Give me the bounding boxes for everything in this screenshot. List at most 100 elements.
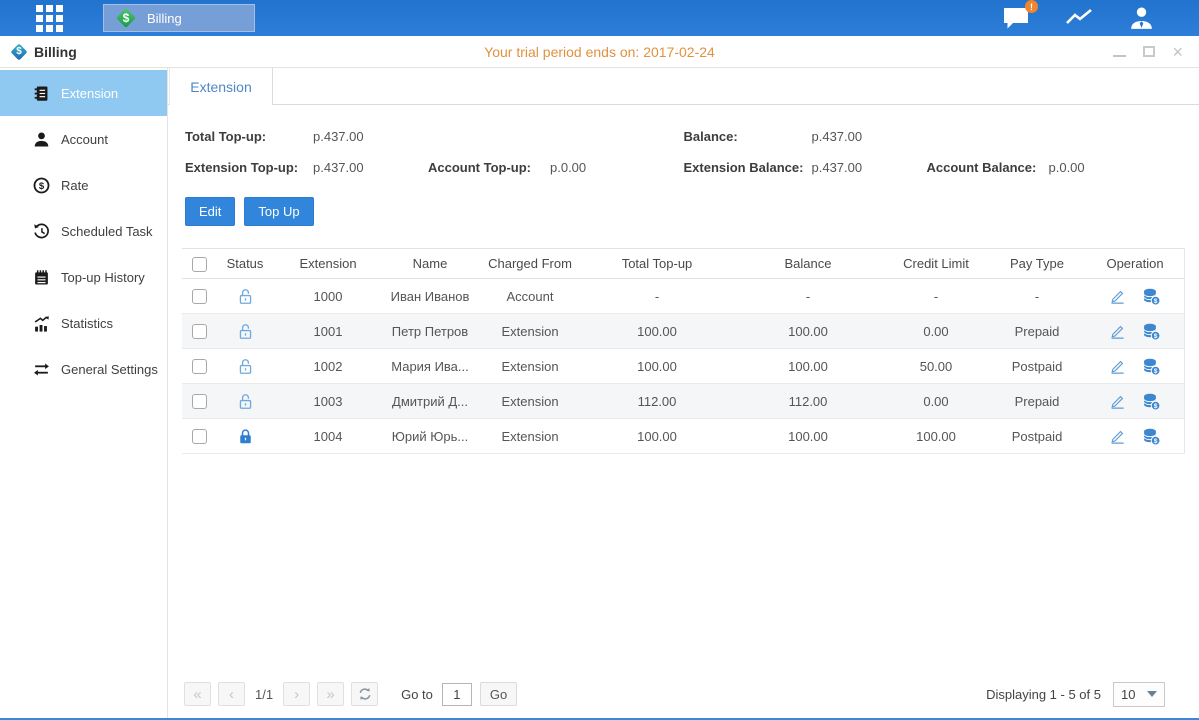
extension-table: Status Extension Name Charged From Total… bbox=[182, 248, 1185, 454]
statistics-chart-icon[interactable] bbox=[1064, 6, 1094, 30]
row-checkbox[interactable] bbox=[192, 289, 207, 304]
col-extension: Extension bbox=[274, 249, 382, 279]
account-balance-value: p.0.00 bbox=[1049, 160, 1164, 175]
go-button[interactable]: Go bbox=[480, 682, 517, 706]
last-page-button[interactable]: » bbox=[317, 682, 344, 706]
row-checkbox[interactable] bbox=[192, 394, 207, 409]
balance-cell: 100.00 bbox=[732, 314, 884, 349]
edit-icon[interactable] bbox=[1109, 288, 1126, 305]
table-row: 1002Мария Ива...Extension100.00100.0050.… bbox=[182, 349, 1185, 384]
tab-extension[interactable]: Extension bbox=[169, 68, 273, 105]
minimize-icon[interactable] bbox=[1113, 47, 1126, 57]
pay-type-cell: Prepaid bbox=[988, 314, 1086, 349]
col-total-topup: Total Top-up bbox=[582, 249, 732, 279]
table-row: 1000Иван ИвановAccount----$ bbox=[182, 279, 1185, 314]
total-topup-cell: - bbox=[582, 279, 732, 314]
edit-icon[interactable] bbox=[1109, 428, 1126, 445]
top-up-icon[interactable]: $ bbox=[1142, 427, 1161, 446]
app-tab-billing[interactable]: $ Billing bbox=[103, 4, 255, 32]
total-topup-label: Total Top-up: bbox=[185, 129, 313, 144]
col-balance: Balance bbox=[732, 249, 884, 279]
operation-cell: $ bbox=[1086, 357, 1184, 376]
charged-from-cell: Extension bbox=[478, 314, 582, 349]
operation-cell: $ bbox=[1086, 287, 1184, 306]
extension-balance-label: Extension Balance: bbox=[684, 160, 812, 175]
refresh-button[interactable] bbox=[351, 682, 378, 706]
pagination-bar: « ‹ 1/1 › » Go to Go Displaying 1 - 5 of… bbox=[182, 670, 1185, 718]
sidebar: Extension Account $ Rate bbox=[0, 68, 168, 718]
sidebar-item-rate[interactable]: $ Rate bbox=[0, 162, 167, 208]
row-checkbox[interactable] bbox=[192, 324, 207, 339]
status-unlocked-icon bbox=[238, 358, 253, 375]
name-cell: Дмитрий Д... bbox=[382, 384, 478, 419]
name-cell: Юрий Юрь... bbox=[382, 419, 478, 454]
top-up-icon[interactable]: $ bbox=[1142, 392, 1161, 411]
charged-from-cell: Extension bbox=[478, 419, 582, 454]
sidebar-item-statistics[interactable]: Statistics bbox=[0, 300, 167, 346]
top-up-icon[interactable]: $ bbox=[1142, 357, 1161, 376]
maximize-icon[interactable] bbox=[1143, 46, 1155, 57]
credit-limit-cell: - bbox=[884, 279, 988, 314]
goto-page-input[interactable] bbox=[442, 683, 472, 706]
edit-icon[interactable] bbox=[1109, 323, 1126, 340]
pay-type-cell: Prepaid bbox=[988, 384, 1086, 419]
status-unlocked-icon bbox=[238, 393, 253, 410]
prev-page-button[interactable]: ‹ bbox=[218, 682, 245, 706]
sidebar-item-topup-history[interactable]: Top-up History bbox=[0, 254, 167, 300]
window-title: Billing bbox=[34, 44, 77, 60]
close-icon[interactable]: × bbox=[1172, 46, 1183, 58]
svg-text:$: $ bbox=[39, 180, 45, 191]
user-account-icon[interactable] bbox=[1128, 6, 1155, 30]
charged-from-cell: Extension bbox=[478, 349, 582, 384]
top-app-bar: $ Billing ! bbox=[0, 0, 1199, 36]
col-operation: Operation bbox=[1086, 249, 1185, 279]
col-name: Name bbox=[382, 249, 478, 279]
pay-type-cell: Postpaid bbox=[988, 349, 1086, 384]
charged-from-cell: Extension bbox=[478, 384, 582, 419]
apps-grid-icon[interactable] bbox=[36, 5, 63, 32]
select-all-checkbox[interactable] bbox=[192, 257, 207, 272]
extension-cell: 1002 bbox=[274, 349, 382, 384]
name-cell: Петр Петров bbox=[382, 314, 478, 349]
sidebar-item-extension[interactable]: Extension bbox=[0, 70, 167, 116]
messages-icon[interactable]: ! bbox=[1002, 6, 1030, 30]
charged-from-cell: Account bbox=[478, 279, 582, 314]
edit-icon[interactable] bbox=[1109, 393, 1126, 410]
sidebar-item-general-settings[interactable]: General Settings bbox=[0, 346, 167, 392]
credit-limit-cell: 0.00 bbox=[884, 314, 988, 349]
status-cell bbox=[216, 314, 274, 349]
next-page-button[interactable]: › bbox=[283, 682, 310, 706]
sidebar-item-account[interactable]: Account bbox=[0, 116, 167, 162]
balance-cell: 100.00 bbox=[732, 349, 884, 384]
top-up-button[interactable]: Top Up bbox=[244, 197, 313, 226]
app-tab-label: Billing bbox=[147, 11, 182, 26]
top-up-icon[interactable]: $ bbox=[1142, 287, 1161, 306]
balance-value: p.437.00 bbox=[812, 129, 927, 144]
sidebar-item-label: General Settings bbox=[61, 362, 158, 377]
row-checkbox[interactable] bbox=[192, 359, 207, 374]
extension-cell: 1003 bbox=[274, 384, 382, 419]
top-up-icon[interactable]: $ bbox=[1142, 322, 1161, 341]
notification-badge: ! bbox=[1025, 0, 1038, 13]
trial-notice: Your trial period ends on: 2017-02-24 bbox=[0, 44, 1199, 60]
extension-cell: 1001 bbox=[274, 314, 382, 349]
sidebar-item-scheduled-task[interactable]: Scheduled Task bbox=[0, 208, 167, 254]
balance-label: Balance: bbox=[684, 129, 812, 144]
edit-icon[interactable] bbox=[1109, 358, 1126, 375]
billing-diamond-icon: $ bbox=[115, 7, 137, 29]
page-indicator: 1/1 bbox=[255, 687, 273, 702]
edit-button[interactable]: Edit bbox=[185, 197, 235, 226]
row-checkbox[interactable] bbox=[192, 429, 207, 444]
total-topup-cell: 100.00 bbox=[582, 419, 732, 454]
operation-cell: $ bbox=[1086, 322, 1184, 341]
sidebar-item-label: Scheduled Task bbox=[61, 224, 153, 239]
svg-text:$: $ bbox=[1154, 332, 1158, 339]
person-icon bbox=[33, 131, 50, 148]
page-size-select[interactable]: 10 bbox=[1113, 682, 1165, 707]
svg-text:$: $ bbox=[1154, 402, 1158, 409]
sidebar-item-label: Account bbox=[61, 132, 108, 147]
total-topup-cell: 100.00 bbox=[582, 349, 732, 384]
first-page-button[interactable]: « bbox=[184, 682, 211, 706]
table-header-row: Status Extension Name Charged From Total… bbox=[182, 249, 1185, 279]
tab-bar: Extension bbox=[168, 68, 1199, 105]
